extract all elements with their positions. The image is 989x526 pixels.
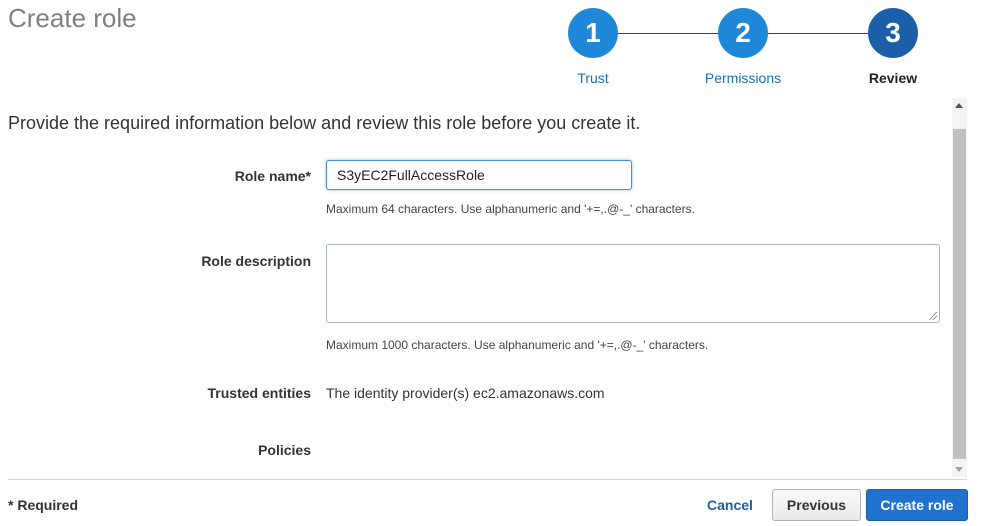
role-name-input[interactable]: S3yEC2FullAccessRole	[326, 160, 632, 190]
role-description-textarea[interactable]	[326, 244, 940, 323]
scrollbar-thumb[interactable]	[953, 129, 966, 459]
scroll-down-arrow-icon[interactable]	[955, 467, 963, 472]
trusted-entities-label: Trusted entities	[207, 385, 311, 401]
policies-label: Policies	[258, 442, 311, 458]
wizard-step-trust-link[interactable]: Trust	[533, 70, 653, 86]
role-description-hint: Maximum 1000 characters. Use alphanumeri…	[326, 338, 709, 352]
wizard-step-1-circle[interactable]: 1	[568, 8, 618, 58]
footer-divider	[8, 479, 967, 480]
previous-button[interactable]: Previous	[772, 489, 861, 521]
resize-grip-icon[interactable]	[929, 312, 937, 320]
role-name-label: Role name*	[234, 168, 311, 184]
wizard-step-3-circle: 3	[868, 8, 918, 58]
wizard-step-permissions-link[interactable]: Permissions	[683, 70, 803, 86]
wizard-connector	[768, 33, 868, 34]
vertical-scrollbar[interactable]	[952, 98, 967, 477]
intro-text: Provide the required information below a…	[8, 113, 641, 133]
role-name-hint: Maximum 64 characters. Use alphanumeric …	[326, 202, 695, 216]
required-note: * Required	[8, 497, 79, 513]
cancel-button[interactable]: Cancel	[698, 489, 762, 521]
role-description-label: Role description	[201, 253, 311, 269]
wizard-connector	[618, 33, 718, 34]
create-role-button[interactable]: Create role	[866, 489, 968, 521]
trusted-entities-value: The identity provider(s) ec2.amazonaws.c…	[326, 385, 605, 401]
wizard-steps: 1 2 3 Trust Permissions Review	[0, 0, 989, 100]
scroll-up-arrow-icon[interactable]	[955, 103, 963, 108]
wizard-step-2-circle[interactable]: 2	[718, 8, 768, 58]
wizard-step-review-label: Review	[868, 70, 918, 86]
